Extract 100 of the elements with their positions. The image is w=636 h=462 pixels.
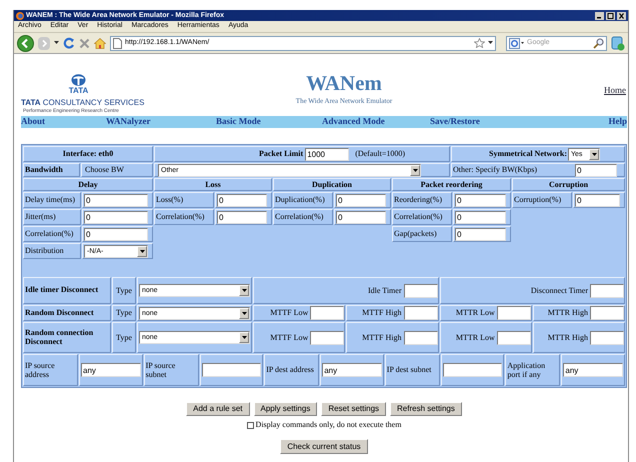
input-field[interactable]: 0 [575, 194, 620, 206]
company-name: TATA CONSULTANCY SERVICES [21, 99, 146, 107]
input-field[interactable] [404, 330, 438, 344]
field-label: Duplication(%) [273, 192, 333, 208]
field-label: MTTR High [548, 307, 588, 319]
action-button[interactable]: Refresh settings [390, 402, 462, 416]
close-icon[interactable] [617, 12, 626, 20]
input-field[interactable]: 1000 [305, 148, 350, 160]
input-field[interactable] [310, 330, 344, 344]
input-field[interactable] [590, 284, 624, 298]
caret-icon[interactable] [54, 41, 59, 45]
field-label: IP source subnet [144, 354, 199, 386]
action-button[interactable]: Reset settings [321, 402, 386, 416]
input-field[interactable] [404, 284, 438, 298]
input-field[interactable]: any [322, 363, 382, 377]
field-label: Random connection Disconnect [23, 322, 111, 353]
field-label: Corruption(%) [512, 192, 572, 208]
caret-icon[interactable] [412, 168, 418, 172]
input-field[interactable]: 0 [84, 228, 148, 240]
input-field[interactable] [202, 363, 262, 377]
maximize-icon[interactable] [606, 12, 615, 20]
section-heading: Interface: eth0 [23, 146, 153, 162]
home-link[interactable]: Home [604, 84, 626, 98]
nav-link[interactable]: WANalyzer [106, 115, 216, 129]
field-label: Bandwidth [23, 163, 80, 177]
field-label: Jitter(ms) [23, 209, 81, 225]
input-field[interactable] [590, 330, 624, 344]
input-field[interactable]: 0 [336, 210, 386, 224]
caret-icon[interactable] [592, 152, 596, 156]
input-field[interactable]: 0 [84, 210, 148, 224]
input-field[interactable]: 0 [217, 210, 267, 224]
reload-icon[interactable] [63, 37, 75, 49]
caret-icon[interactable] [242, 336, 246, 339]
input-field[interactable] [590, 306, 624, 320]
page-title: WANem [306, 73, 382, 94]
field-label: Correlation(%) [273, 209, 333, 225]
input-field[interactable]: 0 [84, 194, 148, 206]
caret-icon[interactable] [242, 312, 246, 314]
field-label: MTTF High [362, 332, 402, 344]
minimize-icon[interactable] [595, 12, 604, 20]
section-heading: Corruption [512, 178, 625, 191]
nav-link[interactable]: Save/Restore [430, 115, 608, 129]
field-label: IP source address [23, 354, 78, 386]
action-button[interactable]: Apply settings [254, 402, 318, 416]
logo-icon [71, 74, 86, 86]
caret-icon[interactable] [242, 289, 246, 292]
field-label: Choose BW [81, 163, 153, 177]
section-heading: Delay [23, 178, 153, 191]
section-heading: Loss [154, 178, 272, 191]
field-label: MTTF Low [270, 307, 308, 319]
search-icon[interactable] [593, 38, 604, 48]
caret-icon[interactable] [140, 250, 144, 252]
caret-icon[interactable] [488, 41, 493, 45]
field-label: Loss(%) [154, 192, 214, 208]
field-label: Idle timer Disconnect [23, 277, 111, 304]
star-icon[interactable] [474, 38, 485, 48]
input-field[interactable]: any [563, 363, 623, 377]
stop-icon[interactable] [79, 38, 90, 48]
input-field[interactable]: 0 [455, 228, 506, 240]
field-label: Type [112, 322, 136, 353]
input-field[interactable]: 0 [455, 210, 506, 224]
action-button[interactable]: Add a rule set [186, 402, 250, 416]
home-icon[interactable] [94, 38, 106, 48]
nav-link[interactable]: Advanced Mode [322, 115, 430, 129]
input-field[interactable]: 0 [575, 164, 617, 176]
input-field[interactable] [310, 306, 344, 320]
field-label: Reordering(%) [392, 192, 452, 208]
field-label: MTTF Low [270, 332, 308, 344]
field-label: MTTR Low [456, 307, 495, 319]
field-note: (Default=1000) [355, 148, 406, 160]
field-label: IP dest subnet [384, 354, 440, 386]
field-label: Correlation(%) [154, 209, 214, 225]
nav-link[interactable]: Basic Mode [216, 115, 322, 129]
input-field[interactable]: 0 [336, 194, 386, 206]
field-label: Type [112, 277, 136, 304]
input-field[interactable] [496, 330, 531, 344]
page-icon [113, 38, 122, 48]
section-heading: Duplication [273, 178, 391, 191]
input-field[interactable] [404, 306, 438, 320]
field-label: IP dest address [264, 354, 320, 386]
back-button[interactable] [17, 34, 34, 52]
input-field[interactable] [496, 306, 531, 320]
nav-link[interactable]: About [21, 115, 106, 129]
input-field[interactable]: 0 [217, 194, 267, 206]
field-label: Distribution [23, 243, 81, 259]
addon-icon[interactable] [611, 36, 625, 50]
status-button[interactable]: Check current status [280, 439, 368, 454]
field-label: Other: Specify BW(Kbps) [453, 164, 538, 176]
field-label: MTTR High [548, 332, 588, 344]
input-field[interactable] [442, 363, 502, 377]
search-engine-icon[interactable] [509, 38, 524, 48]
input-field[interactable]: 0 [455, 194, 506, 206]
field-label: Packet Limit [258, 148, 304, 160]
app-icon [16, 12, 24, 20]
nav-link[interactable]: Help [608, 115, 627, 129]
logo-text: TATA [68, 87, 88, 95]
field-label: Gap(packets) [392, 226, 452, 242]
field-label: Symmetrical Network: [489, 148, 567, 160]
checkbox[interactable] [246, 422, 254, 428]
input-field[interactable]: any [81, 363, 141, 377]
